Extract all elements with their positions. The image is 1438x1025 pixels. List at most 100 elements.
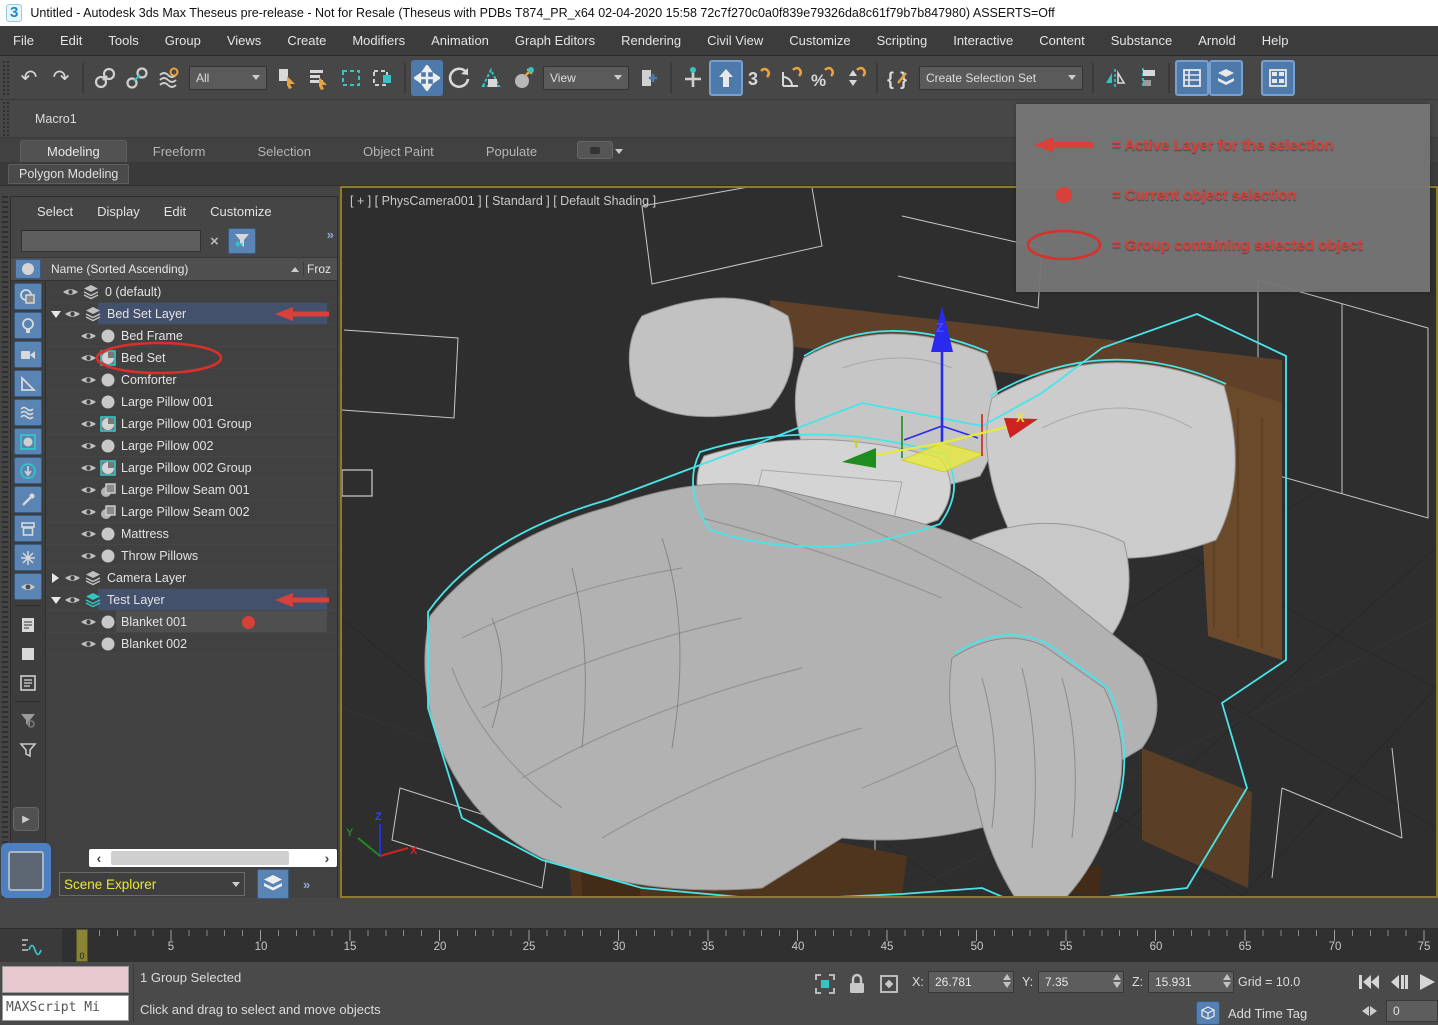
filter-space-warps-button[interactable] xyxy=(14,399,42,426)
object-row[interactable]: Large Pillow 001 xyxy=(46,391,337,413)
explorer-menu-display[interactable]: Display xyxy=(85,204,152,219)
angle-snap-button[interactable] xyxy=(775,60,807,96)
filter-containers-button[interactable] xyxy=(14,515,42,542)
window-crossing-button[interactable] xyxy=(367,60,399,96)
select-by-name-button[interactable] xyxy=(303,60,335,96)
eye-icon[interactable] xyxy=(80,394,97,410)
eye-icon[interactable] xyxy=(80,614,97,630)
collapse-icon[interactable] xyxy=(51,597,61,604)
group-row[interactable]: Bed Set xyxy=(46,347,337,369)
macro-toolbar-drag-handle[interactable] xyxy=(3,102,10,136)
object-row[interactable]: Blanket 002 xyxy=(46,633,337,655)
redo-button[interactable]: ↷ xyxy=(45,60,77,96)
menu-substance[interactable]: Substance xyxy=(1098,26,1185,56)
undo-button[interactable]: ↶ xyxy=(13,60,45,96)
object-row[interactable]: Large Pillow 002 xyxy=(46,435,337,457)
y-coordinate-field[interactable]: 7.35 xyxy=(1038,971,1124,993)
filter-combinations-button[interactable] xyxy=(14,736,42,763)
viewport[interactable]: Z X Y Z X Y [ + ] [ PhysCamera001 ] [ St… xyxy=(340,186,1438,898)
frame-spinner[interactable] xyxy=(1362,1006,1377,1016)
menu-arnold[interactable]: Arnold xyxy=(1185,26,1249,56)
clear-search-icon[interactable]: × xyxy=(207,233,222,250)
spinner-icon[interactable] xyxy=(1003,974,1011,988)
advanced-filter-button[interactable] xyxy=(14,707,42,734)
frozen-column-header[interactable]: Froz xyxy=(304,262,337,276)
explorer-menu-select[interactable]: Select xyxy=(25,204,85,219)
timeline-ruler[interactable]: 5 10 15 20 25 30 35 40 45 50 55 60 65 70… xyxy=(62,929,1438,963)
scroll-left-icon[interactable]: ‹ xyxy=(89,849,109,867)
snap-toggle-3d-button[interactable]: 3 xyxy=(743,60,775,96)
eye-icon[interactable] xyxy=(80,526,97,542)
search-input[interactable] xyxy=(21,230,201,252)
select-and-place-button[interactable] xyxy=(507,60,539,96)
collapse-icon[interactable] xyxy=(51,311,61,318)
layer-row[interactable]: 0 (default) xyxy=(46,281,337,303)
menu-edit[interactable]: Edit xyxy=(47,26,95,56)
ribbon-tab-selection[interactable]: Selection xyxy=(232,141,337,162)
menu-civil-view[interactable]: Civil View xyxy=(694,26,776,56)
spinner-snap-button[interactable] xyxy=(839,60,871,96)
named-selection-set-dropdown[interactable]: Create Selection Set xyxy=(919,66,1083,90)
eye-icon[interactable] xyxy=(80,504,97,520)
filter-cameras-button[interactable] xyxy=(14,341,42,368)
expand-icon[interactable] xyxy=(52,573,59,583)
explorer-preset-combo[interactable]: Scene Explorer xyxy=(59,872,245,896)
isolate-selection-button[interactable] xyxy=(812,971,838,997)
group-row[interactable]: Large Pillow 001 Group xyxy=(46,413,337,435)
selection-filter-dropdown[interactable]: All xyxy=(189,66,267,90)
group-row[interactable]: Large Pillow 002 Group xyxy=(46,457,337,479)
ribbon-tab-populate[interactable]: Populate xyxy=(460,141,563,162)
overflow-chevrons-icon[interactable]: » xyxy=(303,877,309,892)
display-square-button[interactable] xyxy=(14,640,42,667)
explorer-horizontal-scrollbar[interactable]: ‹ › xyxy=(89,849,337,867)
mini-curve-editor-button[interactable] xyxy=(16,934,46,958)
filter-lights-button[interactable] xyxy=(14,312,42,339)
menu-create[interactable]: Create xyxy=(274,26,339,56)
selection-lock-button[interactable] xyxy=(844,971,870,997)
toggle-ribbon-button[interactable] xyxy=(1261,60,1295,96)
eye-icon[interactable] xyxy=(80,438,97,454)
eye-icon[interactable] xyxy=(80,548,97,564)
bind-to-space-warp-button[interactable] xyxy=(153,60,185,96)
eye-icon[interactable] xyxy=(64,570,81,586)
display-properties-button[interactable] xyxy=(14,669,42,696)
eye-icon[interactable] xyxy=(80,636,97,652)
display-list-button[interactable] xyxy=(14,611,42,638)
object-row[interactable]: Mattress xyxy=(46,523,337,545)
viewport-label[interactable]: [ + ] [ PhysCamera001 ] [ Standard ] [ D… xyxy=(350,194,656,208)
absolute-offset-toggle-button[interactable] xyxy=(876,971,902,997)
menu-customize[interactable]: Customize xyxy=(776,26,863,56)
menu-animation[interactable]: Animation xyxy=(418,26,502,56)
z-coordinate-field[interactable]: 15.931 xyxy=(1148,971,1234,993)
rectangular-selection-region-button[interactable] xyxy=(335,60,367,96)
menu-tools[interactable]: Tools xyxy=(95,26,151,56)
ribbon-tab-freeform[interactable]: Freeform xyxy=(127,141,232,162)
menu-modifiers[interactable]: Modifiers xyxy=(339,26,418,56)
menu-file[interactable]: File xyxy=(0,26,47,56)
maxscript-mini-listener-pink[interactable] xyxy=(2,966,129,993)
add-time-tag[interactable]: Add Time Tag xyxy=(1196,1001,1307,1025)
ribbon-tab-modeling[interactable]: Modeling xyxy=(20,140,127,162)
eye-icon[interactable] xyxy=(80,482,97,498)
spinner-icon[interactable] xyxy=(1223,974,1231,988)
layer-explorer-mode-button[interactable] xyxy=(257,869,289,899)
menu-views[interactable]: Views xyxy=(214,26,274,56)
x-coordinate-field[interactable]: 26.781 xyxy=(928,971,1014,993)
object-row[interactable]: Throw Pillows xyxy=(46,545,337,567)
polygon-modeling-panel[interactable]: Polygon Modeling xyxy=(8,164,129,184)
toggle-layer-explorer-button[interactable] xyxy=(1209,60,1243,96)
overflow-chevrons-icon[interactable]: » xyxy=(327,227,333,242)
filter-button[interactable] xyxy=(228,228,256,254)
menu-graph-editors[interactable]: Graph Editors xyxy=(502,26,608,56)
menu-interactive[interactable]: Interactive xyxy=(940,26,1026,56)
macro-button[interactable]: Macro1 xyxy=(35,112,77,126)
reference-coordinate-system-dropdown[interactable]: View xyxy=(543,66,629,90)
play-button[interactable] xyxy=(1414,968,1438,996)
unlink-selection-button[interactable] xyxy=(121,60,153,96)
menu-help[interactable]: Help xyxy=(1249,26,1302,56)
eye-icon[interactable] xyxy=(80,416,97,432)
select-object-button[interactable] xyxy=(271,60,303,96)
select-and-scale-button[interactable] xyxy=(475,60,507,96)
name-column-header[interactable]: Name (Sorted Ascending) xyxy=(45,262,304,276)
maxscript-mini-listener[interactable]: MAXScript Mi xyxy=(2,995,129,1021)
